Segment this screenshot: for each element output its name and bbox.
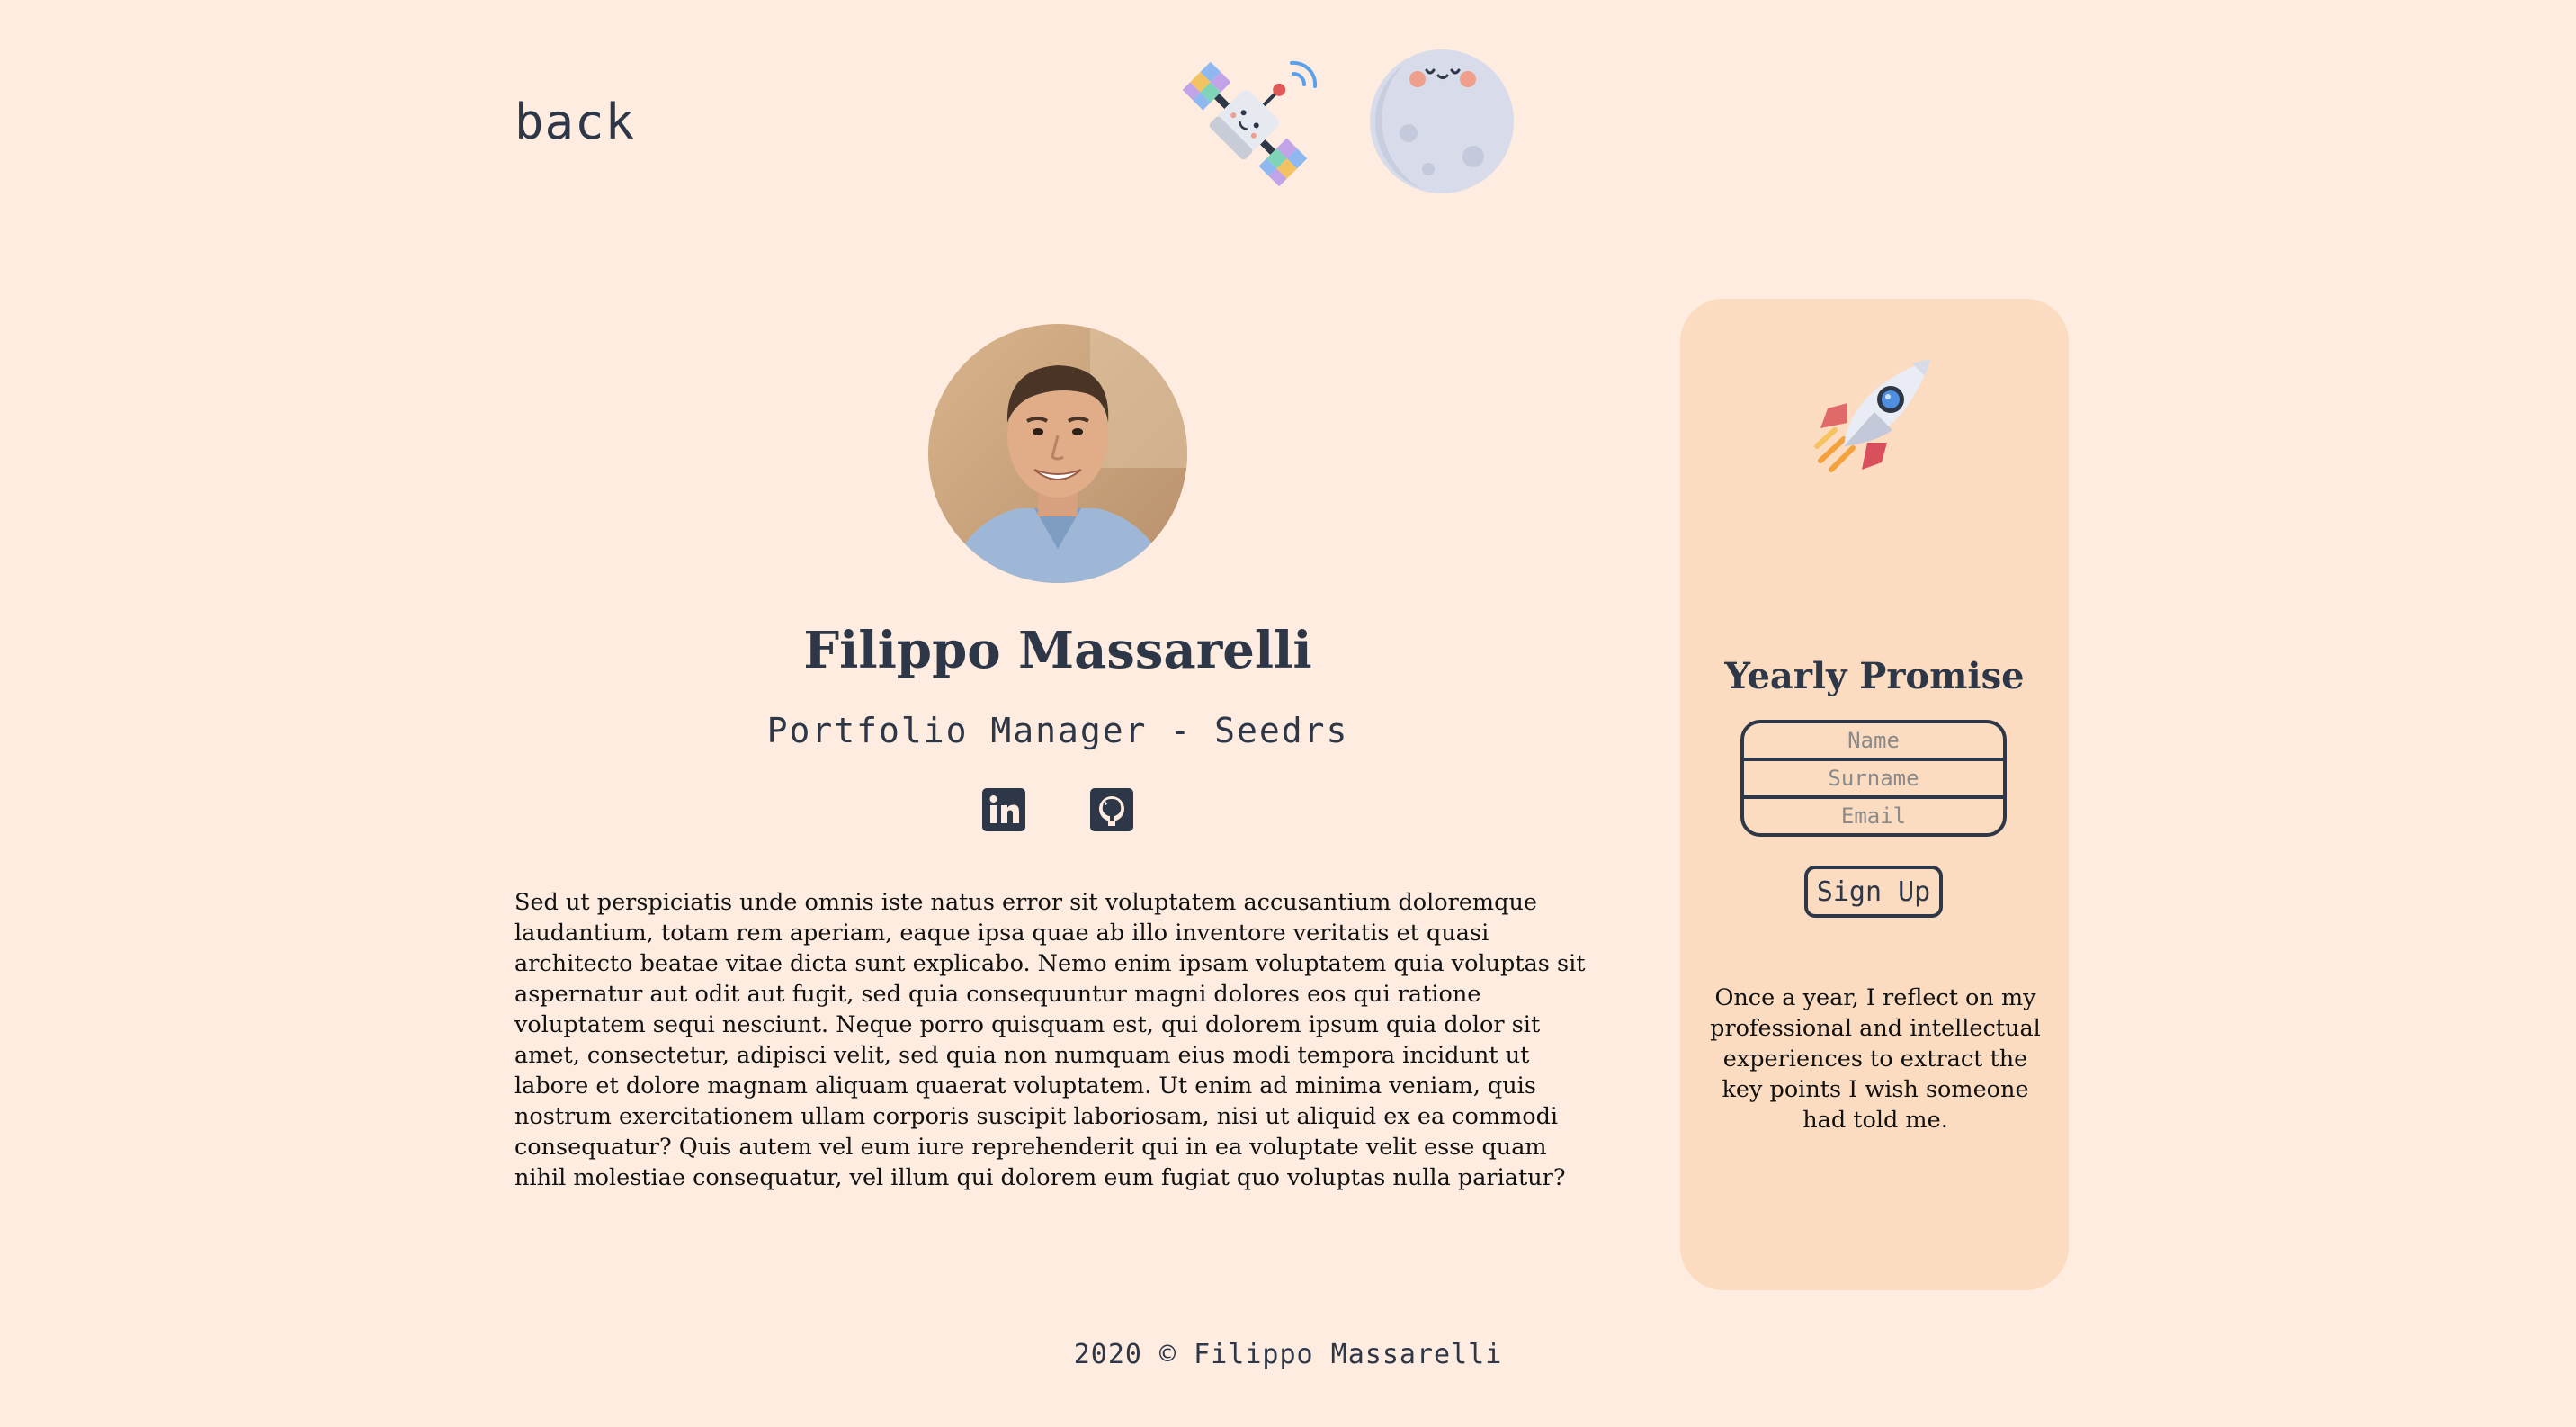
surname-input[interactable] bbox=[1744, 758, 2003, 795]
back-link[interactable]: back bbox=[514, 94, 635, 150]
signup-form bbox=[1740, 720, 2007, 837]
profile-name: Filippo Massarelli bbox=[803, 621, 1312, 680]
profile-role: Portfolio Manager - Seedrs bbox=[766, 711, 1349, 750]
moon-icon bbox=[1370, 49, 1514, 193]
email-input[interactable] bbox=[1744, 795, 2003, 833]
yearly-promise-description: Once a year, I reflect on my professiona… bbox=[1710, 984, 2041, 1134]
yearly-promise-title: Yearly Promise bbox=[1724, 655, 2025, 697]
github-icon[interactable] bbox=[1090, 788, 1133, 831]
bio-text: Sed ut perspiciatis unde omnis iste natu… bbox=[514, 889, 1586, 1191]
satellite-icon bbox=[1182, 60, 1318, 187]
profile-photo bbox=[928, 324, 1187, 583]
name-input[interactable] bbox=[1744, 723, 2003, 758]
rocket-icon bbox=[1814, 360, 1930, 472]
footer-copyright: 2020 © Filippo Massarelli bbox=[1073, 1339, 1503, 1370]
linkedin-icon[interactable] bbox=[982, 788, 1025, 831]
sign-up-button[interactable]: Sign Up bbox=[1804, 866, 1943, 918]
